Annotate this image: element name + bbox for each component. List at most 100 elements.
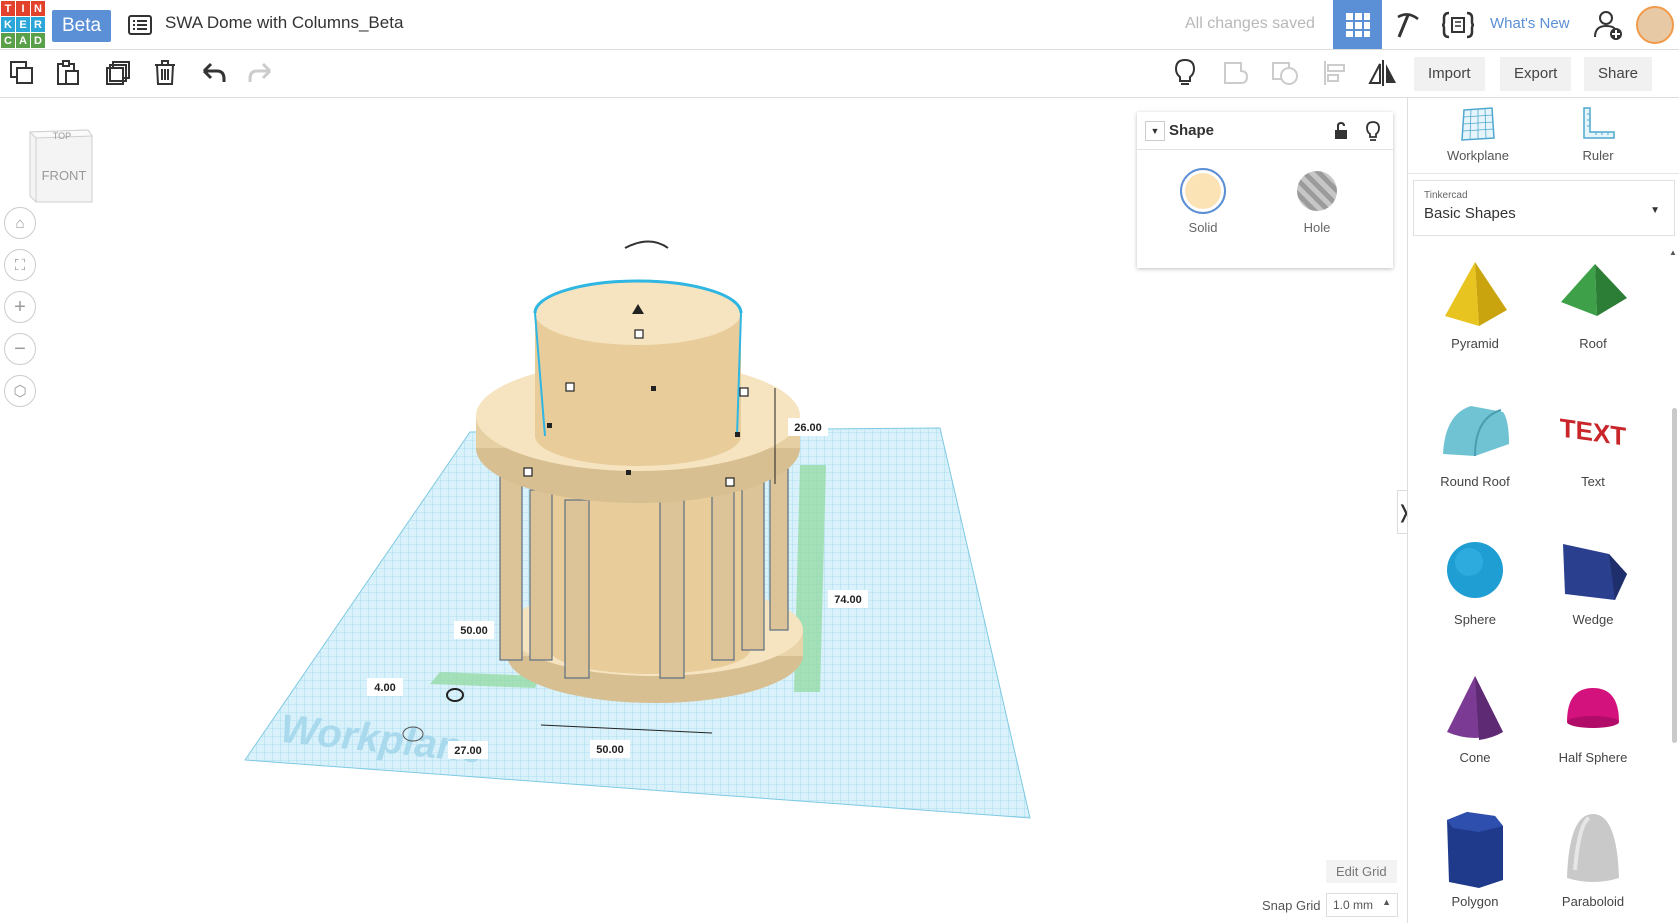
codeblocks-view-button[interactable] xyxy=(1434,0,1482,49)
shapes-scrollbar[interactable] xyxy=(1672,408,1677,743)
ruler-tool-label: Ruler xyxy=(1582,148,1614,163)
3d-scene[interactable]: Workplane 26.00 74.00 50.00 50.00 4.00 2… xyxy=(220,208,1220,908)
home-view-button[interactable]: ⌂ xyxy=(4,207,36,239)
align-button[interactable] xyxy=(1318,56,1352,90)
save-status: All changes saved xyxy=(1185,15,1315,32)
shape-item-cone[interactable]: Cone xyxy=(1420,672,1530,792)
toggle-notes-button[interactable] xyxy=(1168,56,1202,90)
dim-width-left[interactable]: 50.00 xyxy=(460,625,488,637)
dim-offset[interactable]: 27.00 xyxy=(454,745,482,757)
pickaxe-icon xyxy=(1397,12,1419,38)
workplane-tools: Workplane Ruler xyxy=(1408,98,1679,174)
3d-viewport[interactable]: TOP FRONT ⌂ ⛶ + − ⬡ Workplane 26.00 74.0… xyxy=(0,98,1407,923)
group-icon xyxy=(1224,62,1249,84)
zoom-out-button[interactable]: − xyxy=(4,333,36,365)
zoom-in-button[interactable]: + xyxy=(4,291,36,323)
perspective-button[interactable]: ⬡ xyxy=(4,375,36,407)
snap-grid-select[interactable]: 1.0 mm ▲ xyxy=(1326,893,1398,917)
shape-library-select[interactable]: Tinkercad Basic Shapes ▼ xyxy=(1413,180,1675,236)
paste-button[interactable] xyxy=(51,56,85,90)
shape-label: Polygon xyxy=(1451,894,1499,909)
inspector-title: Shape xyxy=(1169,122,1215,139)
hole-option[interactable]: Hole xyxy=(1287,168,1347,235)
logo-letter: C xyxy=(1,33,15,48)
wedge-icon xyxy=(1563,544,1627,600)
import-button[interactable]: Import xyxy=(1414,57,1485,91)
ungroup-icon xyxy=(1272,62,1298,85)
shape-item-pyramid[interactable]: Pyramid xyxy=(1420,258,1530,378)
shapes-grid: Pyramid Roof Round Roof TEXT Text Sphere… xyxy=(1408,246,1670,923)
shape-label: Half Sphere xyxy=(1558,750,1628,765)
logo-letter: D xyxy=(31,33,45,48)
scroll-up-icon[interactable]: ▲ xyxy=(1669,248,1677,257)
view-cube[interactable]: TOP FRONT xyxy=(26,126,94,206)
logo-letter: N xyxy=(31,1,45,16)
shape-item-sphere[interactable]: Sphere xyxy=(1420,534,1530,654)
design-title[interactable]: SWA Dome with Columns_Beta xyxy=(165,13,403,33)
edit-grid-button[interactable]: Edit Grid xyxy=(1326,860,1397,883)
minus-icon: − xyxy=(14,337,26,360)
solid-color-swatch[interactable] xyxy=(1180,168,1226,214)
shape-label: Roof xyxy=(1579,336,1607,351)
shape-label: Wedge xyxy=(1572,612,1614,627)
shape-item-wedge[interactable]: Wedge xyxy=(1538,534,1648,654)
whats-new-link[interactable]: What's New xyxy=(1490,15,1570,32)
shape-item-paraboloid[interactable]: Paraboloid xyxy=(1538,810,1648,923)
redo-icon xyxy=(248,62,272,82)
workplane-tool-button[interactable]: Workplane xyxy=(1428,106,1528,163)
dim-elevation[interactable]: 4.00 xyxy=(374,682,395,694)
lightbulb-icon xyxy=(1174,58,1196,85)
hole-swatch[interactable] xyxy=(1297,171,1337,211)
pyramid-icon xyxy=(1445,262,1507,326)
home-icon: ⌂ xyxy=(15,214,25,232)
align-icon xyxy=(1324,61,1345,85)
3d-design-view-button[interactable] xyxy=(1333,0,1382,49)
lock-icon[interactable] xyxy=(1333,121,1349,146)
dim-height-top[interactable]: 26.00 xyxy=(794,422,822,434)
shape-label: Text xyxy=(1581,474,1605,489)
lightbulb-icon[interactable] xyxy=(1365,120,1381,147)
delete-button[interactable] xyxy=(148,56,182,90)
redo-button[interactable] xyxy=(244,56,278,90)
logo-letter: I xyxy=(16,1,30,16)
add-user-button[interactable] xyxy=(1588,0,1628,49)
fit-view-button[interactable]: ⛶ xyxy=(4,249,36,281)
mirror-button[interactable] xyxy=(1366,56,1400,90)
collapse-inspector-icon[interactable]: ▼ xyxy=(1145,121,1165,141)
shape-item-text[interactable]: TEXT Text xyxy=(1538,396,1648,516)
ruler-tool-button[interactable]: Ruler xyxy=(1548,106,1648,163)
blocks-view-button[interactable] xyxy=(1384,0,1432,49)
design-list-icon[interactable] xyxy=(127,12,153,38)
shape-inspector-header: ▼ Shape xyxy=(1137,112,1393,150)
shapes-panel: Workplane Ruler Tinkercad Basic Shapes ▼… xyxy=(1407,98,1679,923)
logo-letter: T xyxy=(1,1,15,16)
paraboloid-icon xyxy=(1567,814,1619,882)
ungroup-button[interactable] xyxy=(1268,56,1302,90)
shape-item-roof[interactable]: Roof xyxy=(1538,258,1648,378)
shape-item-polygon[interactable]: Polygon xyxy=(1420,810,1530,923)
paste-icon xyxy=(57,60,79,85)
group-button[interactable] xyxy=(1219,56,1253,90)
perspective-cube-icon: ⬡ xyxy=(13,383,27,400)
plus-icon: + xyxy=(14,295,26,318)
undo-button[interactable] xyxy=(196,56,230,90)
tinkercad-logo[interactable]: TIN KER CAD xyxy=(0,0,45,48)
snap-grid-value: 1.0 mm xyxy=(1333,898,1374,912)
dim-width-bottom[interactable]: 50.00 xyxy=(596,744,624,756)
shape-item-round-roof[interactable]: Round Roof xyxy=(1420,396,1530,516)
library-category: Tinkercad xyxy=(1424,190,1468,201)
copy-button[interactable] xyxy=(5,56,39,90)
duplicate-button[interactable] xyxy=(101,56,135,90)
shape-inspector: ▼ Shape Solid Hole xyxy=(1137,112,1393,268)
export-button[interactable]: Export xyxy=(1500,57,1572,91)
solid-option[interactable]: Solid xyxy=(1173,168,1233,235)
text-shape-glyph: TEXT xyxy=(1560,413,1626,452)
shape-label: Paraboloid xyxy=(1561,894,1625,909)
share-button[interactable]: Share xyxy=(1584,57,1653,91)
shape-item-half-sphere[interactable]: Half Sphere xyxy=(1538,672,1648,792)
dim-height-total[interactable]: 74.00 xyxy=(834,594,862,606)
solid-label: Solid xyxy=(1188,220,1218,235)
shape-label: Round Roof xyxy=(1440,474,1510,489)
ruler-icon xyxy=(1583,107,1615,139)
avatar[interactable] xyxy=(1636,6,1674,44)
